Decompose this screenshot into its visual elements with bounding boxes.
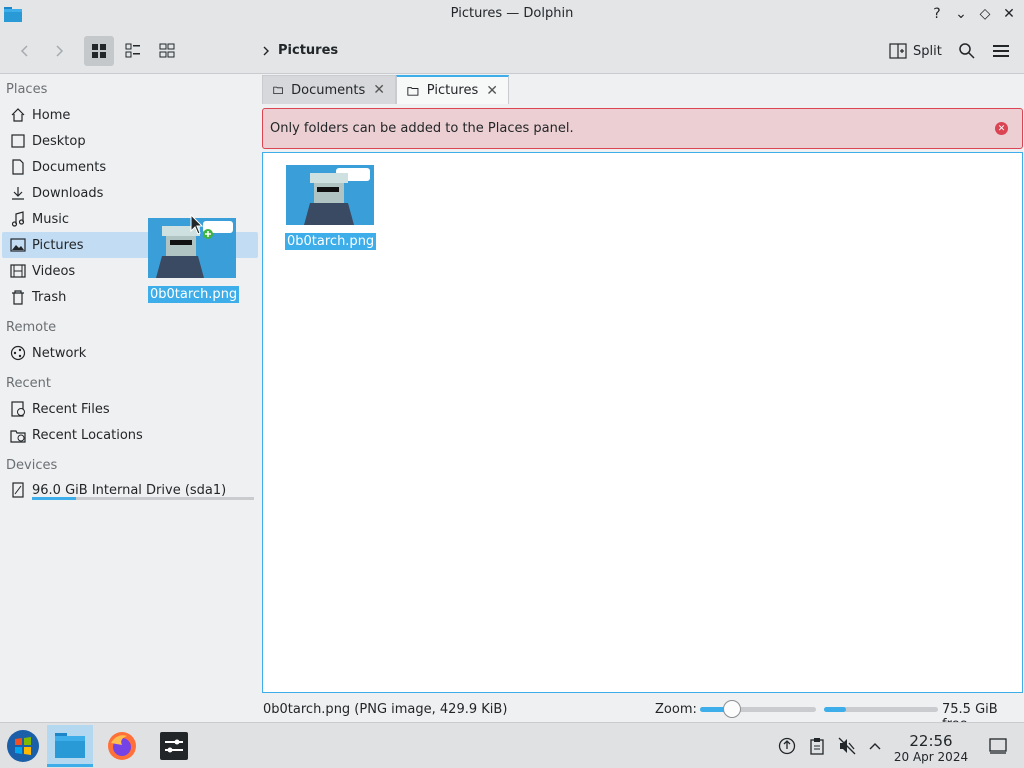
- maximize-icon[interactable]: ◇: [976, 4, 994, 24]
- clock[interactable]: 22:56 20 Apr 2024: [893, 732, 969, 764]
- mouse-cursor-icon: [190, 214, 204, 235]
- close-icon[interactable]: ✕: [1000, 4, 1018, 24]
- details-view-icon: [125, 43, 140, 58]
- error-message-banner: Only folders can be added to the Places …: [262, 108, 1023, 149]
- tab-close-icon[interactable]: ✕: [373, 82, 385, 98]
- tab-pictures[interactable]: Pictures ✕: [396, 75, 509, 104]
- drive-usage-bar: [32, 497, 254, 500]
- documents-icon: [8, 157, 28, 177]
- clipboard-icon[interactable]: [807, 736, 827, 756]
- forward-button[interactable]: [44, 36, 74, 66]
- recent-locations-icon: [8, 425, 28, 445]
- firefox-icon: [108, 732, 136, 760]
- free-space-bar: [824, 707, 938, 712]
- split-button[interactable]: Split: [889, 38, 942, 64]
- status-bar: 0b0tarch.png (PNG image, 429.9 KiB) Zoom…: [0, 696, 1024, 732]
- minimize-icon[interactable]: ⌄: [952, 4, 970, 24]
- folder-icon: [273, 86, 283, 95]
- start-menu-button[interactable]: [0, 725, 46, 767]
- banner-close-icon[interactable]: ✕: [995, 122, 1008, 135]
- search-icon: [959, 43, 975, 59]
- forward-icon: [56, 45, 64, 57]
- file-item[interactable]: 0b0tarch.png: [285, 165, 377, 250]
- zoom-slider[interactable]: [700, 700, 816, 718]
- back-icon: [20, 45, 28, 57]
- hamburger-menu-icon: [993, 45, 1009, 57]
- split-label: Split: [913, 43, 942, 59]
- tab-bar: Documents ✕ Pictures ✕: [262, 75, 509, 104]
- toolbar: Pictures Split: [0, 29, 1024, 74]
- pictures-icon: [8, 235, 28, 255]
- status-text: 0b0tarch.png (PNG image, 429.9 KiB): [263, 702, 508, 717]
- sidebar-item-home[interactable]: Home: [2, 102, 258, 128]
- details-view-button[interactable]: [118, 36, 148, 66]
- clock-time: 22:56: [909, 732, 953, 750]
- clock-date: 20 Apr 2024: [893, 750, 969, 764]
- compact-view-button[interactable]: [152, 36, 182, 66]
- sidebar-item-recent-locations[interactable]: Recent Locations: [2, 422, 258, 448]
- home-icon: [8, 105, 28, 125]
- downloads-icon: [8, 183, 28, 203]
- back-button[interactable]: [10, 36, 40, 66]
- menu-button[interactable]: [986, 36, 1016, 66]
- help-icon[interactable]: ?: [928, 4, 946, 24]
- icons-view-button[interactable]: [84, 36, 114, 66]
- icons-view-icon: [92, 44, 106, 58]
- taskbar-terminal[interactable]: [151, 725, 197, 767]
- chevron-right-icon: [263, 46, 269, 55]
- file-view[interactable]: 0b0tarch.png: [262, 152, 1023, 693]
- folder-icon: [407, 86, 419, 96]
- start-menu-icon: [7, 730, 39, 762]
- desktop-icon: [8, 131, 28, 151]
- taskbar-dolphin[interactable]: [47, 725, 93, 767]
- places-panel: Places Home Desktop Documents Downloads …: [0, 75, 260, 722]
- sidebar-item-downloads[interactable]: Downloads: [2, 180, 258, 206]
- show-desktop-icon[interactable]: [988, 736, 1008, 756]
- compact-view-icon: [159, 43, 175, 58]
- search-button[interactable]: [952, 36, 982, 66]
- drive-icon: [8, 480, 28, 500]
- zoom-slider-handle[interactable]: [723, 700, 742, 718]
- banner-message: Only folders can be added to the Places …: [270, 121, 574, 136]
- section-remote: Remote: [6, 320, 57, 335]
- window-title: Pictures — Dolphin: [450, 6, 574, 21]
- tab-documents[interactable]: Documents ✕: [262, 75, 396, 104]
- breadcrumb[interactable]: Pictures: [262, 43, 338, 58]
- section-places: Places: [6, 82, 48, 97]
- recent-files-icon: [8, 399, 28, 419]
- section-recent: Recent: [6, 376, 51, 391]
- trash-icon: [8, 287, 28, 307]
- sidebar-item-documents[interactable]: Documents: [2, 154, 258, 180]
- section-devices: Devices: [6, 458, 58, 473]
- taskbar: 22:56 20 Apr 2024: [0, 722, 1024, 768]
- split-view-icon: [889, 43, 907, 59]
- network-icon: [8, 343, 28, 363]
- taskbar-firefox[interactable]: [99, 725, 145, 767]
- videos-icon: [8, 261, 28, 281]
- dolphin-folder-icon: [55, 732, 85, 758]
- tray-expand-icon[interactable]: [865, 736, 885, 756]
- updates-icon[interactable]: [777, 736, 797, 756]
- zoom-label: Zoom:: [655, 702, 697, 717]
- image-thumbnail: [286, 165, 374, 225]
- sidebar-item-recent-files[interactable]: Recent Files: [2, 396, 258, 422]
- drag-filename: 0b0tarch.png: [148, 286, 240, 303]
- tab-close-icon[interactable]: ✕: [486, 83, 498, 99]
- title-bar: Pictures — Dolphin ? ⌄ ◇ ✕: [0, 0, 1024, 29]
- terminal-icon: [160, 732, 188, 760]
- music-icon: [8, 209, 28, 229]
- sidebar-item-network[interactable]: Network: [2, 340, 258, 366]
- breadcrumb-item[interactable]: Pictures: [278, 43, 338, 58]
- volume-muted-icon[interactable]: [837, 736, 857, 756]
- file-name: 0b0tarch.png: [285, 233, 377, 250]
- sidebar-item-desktop[interactable]: Desktop: [2, 128, 258, 154]
